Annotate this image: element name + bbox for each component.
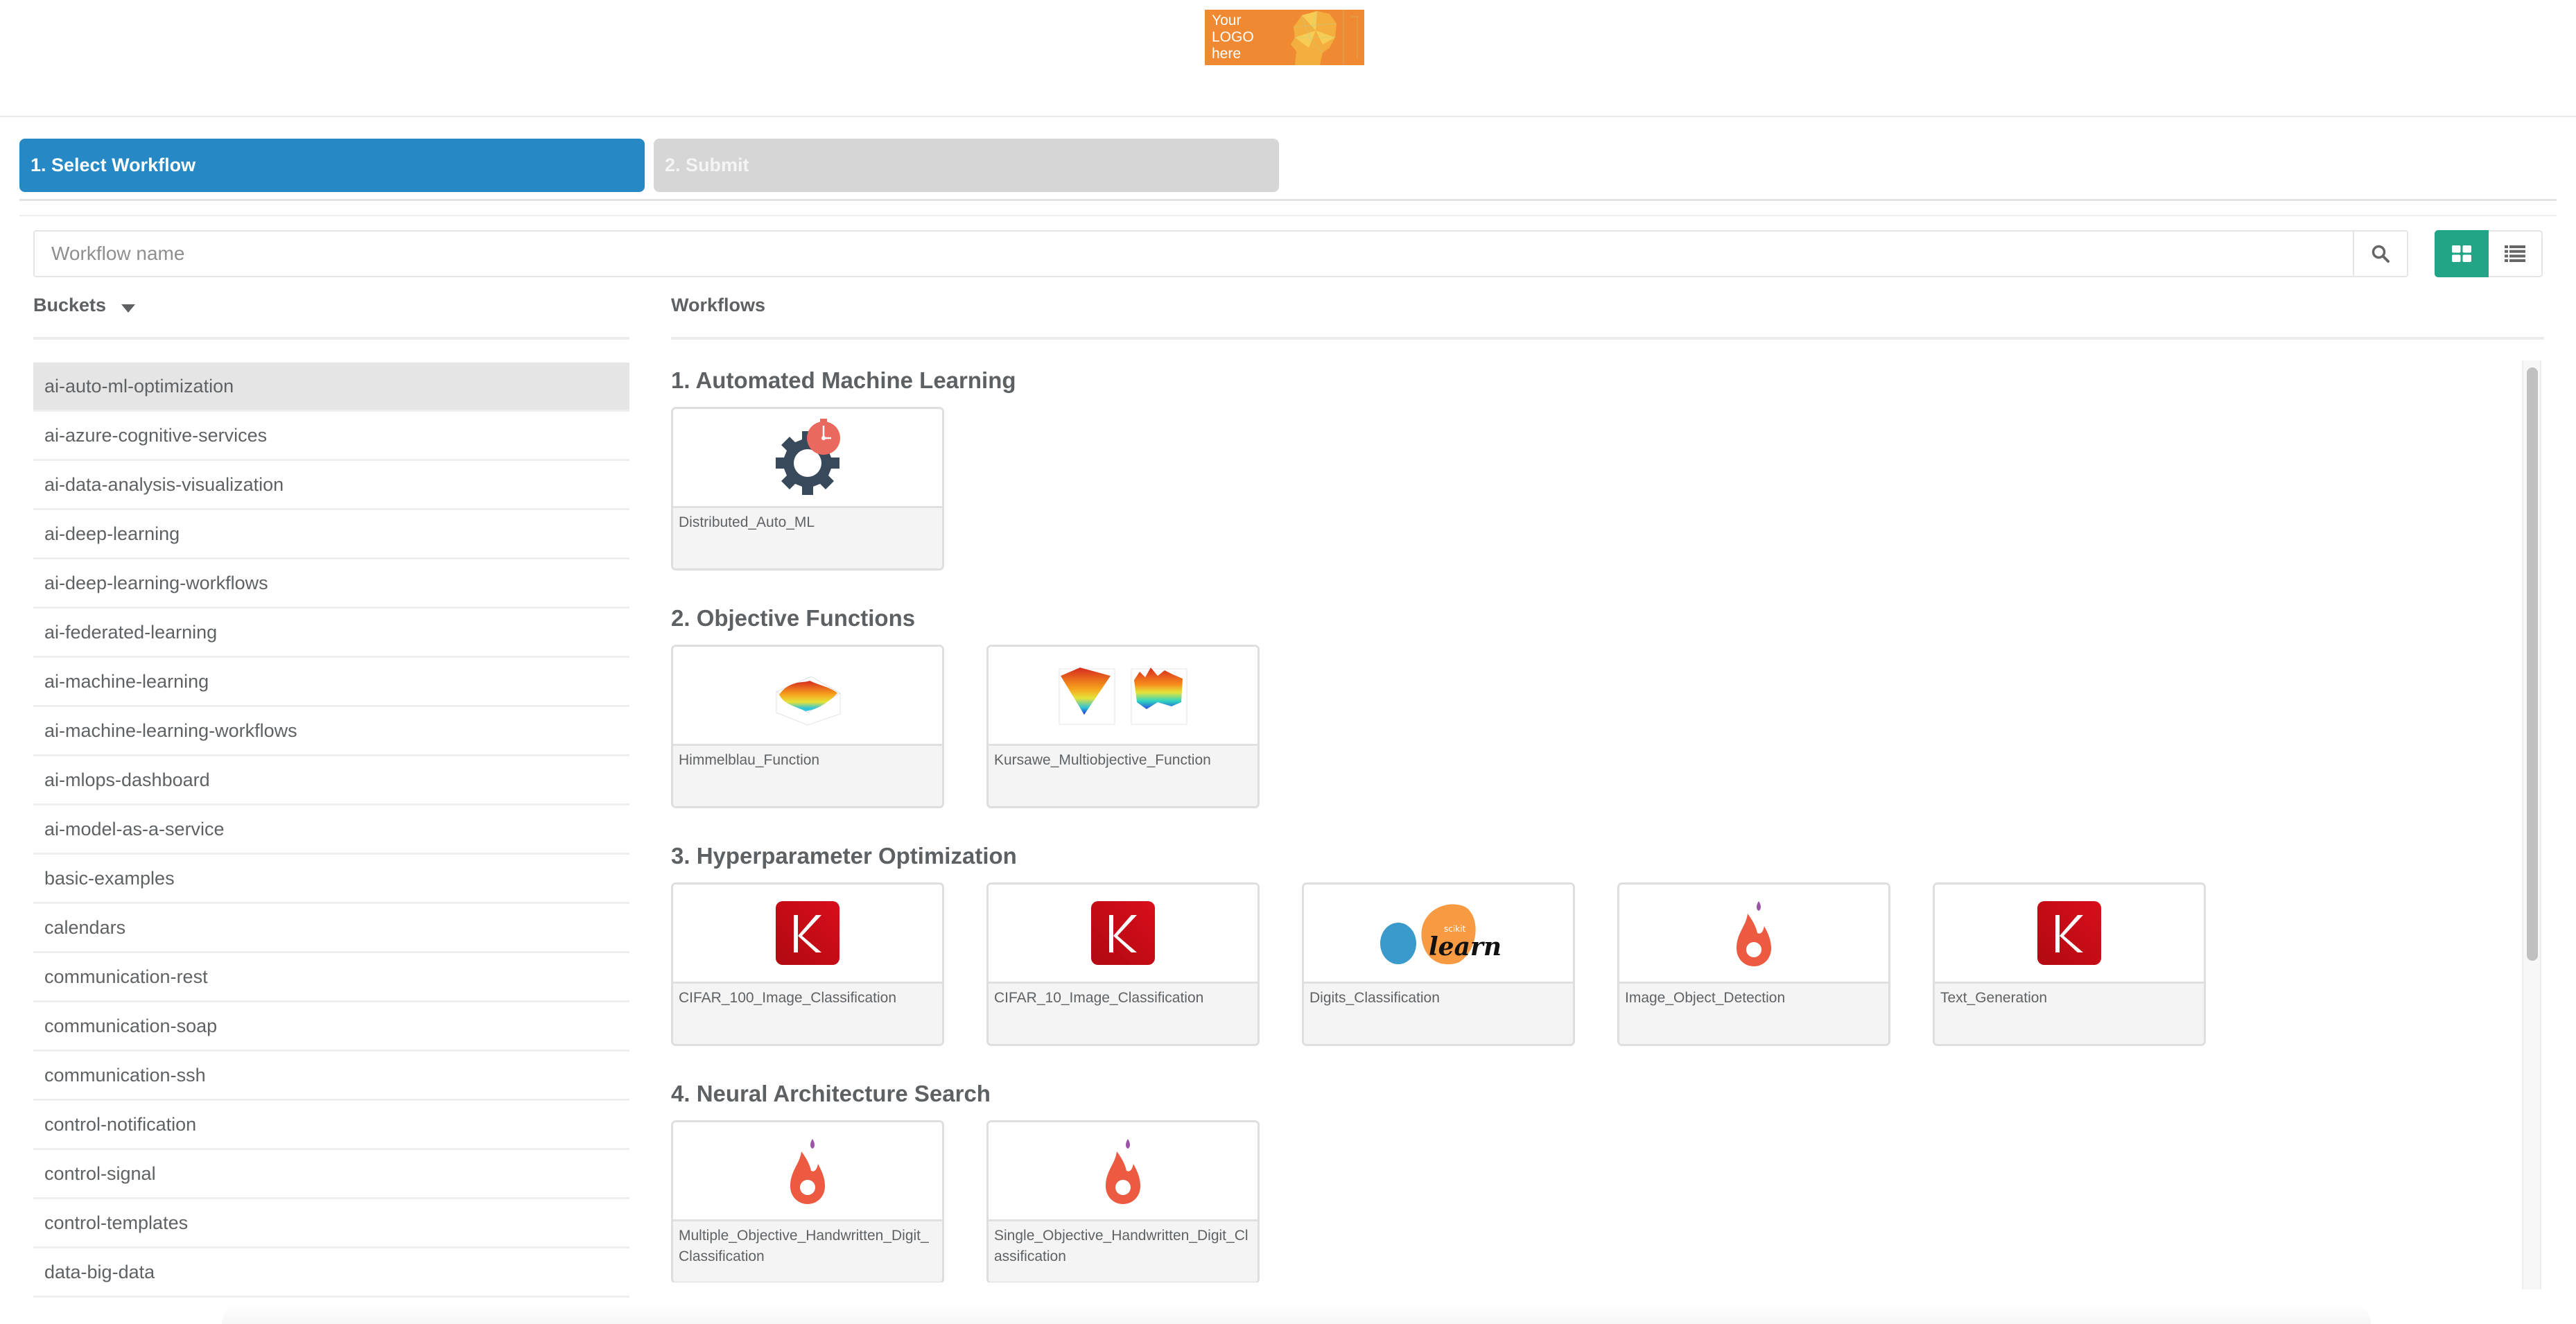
flame-icon: [1619, 885, 1888, 984]
bucket-item[interactable]: ai-machine-learning-workflows: [33, 707, 629, 756]
bucket-item[interactable]: control-notification: [33, 1101, 629, 1150]
bucket-item[interactable]: control-signal: [33, 1150, 629, 1199]
workflow-card[interactable]: Himmelblau_Function: [671, 645, 944, 808]
bucket-item[interactable]: data-big-data: [33, 1248, 629, 1298]
workflow-card[interactable]: Text_Generation: [1933, 882, 2206, 1046]
workflow-card[interactable]: CIFAR_10_Image_Classification: [986, 882, 1260, 1046]
step-submit[interactable]: 2. Submit: [654, 139, 1279, 192]
workflow-card-label: Image_Object_Detection: [1619, 984, 1888, 1044]
workflow-card-label: Single_Objective_Handwritten_Digit_Class…: [989, 1221, 1257, 1282]
workflow-card-label: CIFAR_10_Image_Classification: [989, 984, 1257, 1044]
workflow-card[interactable]: CIFAR_100_Image_Classification: [671, 882, 944, 1046]
step-select-workflow[interactable]: 1. Select Workflow: [19, 139, 645, 192]
workflow-card-label: Text_Generation: [1935, 984, 2204, 1044]
face-mesh-icon: [1291, 10, 1358, 65]
workflow-scrollbar[interactable]: [2522, 360, 2541, 1289]
gear-stopwatch-icon: [673, 409, 942, 508]
bucket-item[interactable]: ai-deep-learning: [33, 510, 629, 559]
bucket-item[interactable]: ai-mlops-dashboard: [33, 756, 629, 805]
bucket-item[interactable]: ai-auto-ml-optimization: [33, 363, 629, 412]
bucket-item[interactable]: calendars: [33, 904, 629, 953]
bucket-item[interactable]: control-templates: [33, 1199, 629, 1248]
section-title: 2. Objective Functions: [671, 605, 916, 631]
buckets-title: Buckets: [33, 295, 107, 315]
workflow-card[interactable]: Kursawe_Multiobjective_Function: [986, 645, 1260, 808]
logo-line: LOGO: [1212, 29, 1254, 45]
list-icon: [2505, 245, 2525, 262]
bucket-item[interactable]: ai-machine-learning: [33, 658, 629, 707]
bucket-item[interactable]: communication-soap: [33, 1002, 629, 1052]
keras-icon: [673, 885, 942, 984]
workflow-card-label: Multiple_Objective_Handwritten_Digit_Cla…: [673, 1221, 942, 1282]
search-button[interactable]: [2353, 230, 2408, 277]
bottom-shadow: [222, 1303, 2371, 1324]
grid-icon: [2452, 245, 2471, 262]
view-toggle: [2435, 230, 2543, 277]
grid-view-button[interactable]: [2435, 230, 2489, 277]
workflow-card[interactable]: Image_Object_Detection: [1617, 882, 1890, 1046]
workflow-search-input[interactable]: [33, 230, 2354, 277]
logo-line: Your: [1212, 12, 1242, 28]
workflows-title: Workflows: [671, 295, 766, 315]
keras-icon: [1935, 885, 2204, 984]
scikit-learn-icon: scikit learn: [1304, 885, 1573, 984]
section-title: 4. Neural Architecture Search: [671, 1081, 991, 1106]
workflow-card[interactable]: Single_Objective_Handwritten_Digit_Class…: [986, 1120, 1260, 1282]
workflow-card[interactable]: Multiple_Objective_Handwritten_Digit_Cla…: [671, 1120, 944, 1282]
bucket-item[interactable]: ai-deep-learning-workflows: [33, 559, 629, 609]
app-header: Your LOGO here: [0, 0, 2576, 117]
search-bar: [33, 230, 2408, 277]
bucket-item[interactable]: ai-data-analysis-visualization: [33, 461, 629, 510]
list-view-button[interactable]: [2489, 230, 2543, 277]
bucket-item[interactable]: ai-federated-learning: [33, 609, 629, 658]
scrollbar-thumb[interactable]: [2527, 367, 2538, 961]
wizard-steps: 1. Select Workflow 2. Submit: [19, 139, 1281, 192]
search-icon: [2372, 245, 2390, 263]
workflow-gallery: 1. Automated Machine Learning Distribute…: [671, 360, 2515, 1282]
bucket-item[interactable]: basic-examples: [33, 855, 629, 904]
bucket-item[interactable]: ai-azure-cognitive-services: [33, 412, 629, 461]
bucket-item[interactable]: communication-ssh: [33, 1052, 629, 1101]
keras-icon: [989, 885, 1257, 984]
logo-text: Your LOGO here: [1212, 12, 1267, 62]
workflows-header: Workflows: [671, 291, 2544, 340]
workflow-card-label: Kursawe_Multiobjective_Function: [989, 746, 1257, 806]
caret-down-icon[interactable]: [121, 304, 136, 313]
bucket-list: ai-auto-ml-optimization ai-azure-cognitiv…: [33, 363, 629, 1298]
svg-text:learn: learn: [1429, 932, 1501, 961]
workflow-card[interactable]: Distributed_Auto_ML: [671, 407, 944, 570]
section-title: 3. Hyperparameter Optimization: [671, 843, 1017, 869]
surface-plot-icon: [673, 647, 942, 746]
workflow-card-label: Himmelblau_Function: [673, 746, 942, 806]
divider: [19, 215, 2557, 216]
flame-icon: [989, 1122, 1257, 1221]
flame-icon: [673, 1122, 942, 1221]
workflow-card-label: Digits_Classification: [1304, 984, 1573, 1044]
bucket-item[interactable]: communication-rest: [33, 953, 629, 1002]
double-surface-plot-icon: [989, 647, 1257, 746]
section-title: 1. Automated Machine Learning: [671, 367, 1016, 393]
workflow-card-label: CIFAR_100_Image_Classification: [673, 984, 942, 1044]
workflow-card[interactable]: scikit learn Digits_Classification: [1302, 882, 1575, 1046]
logo-line: here: [1212, 46, 1242, 62]
buckets-header[interactable]: Buckets: [33, 291, 629, 340]
workflow-card-label: Distributed_Auto_ML: [673, 508, 942, 568]
divider: [19, 199, 2557, 201]
logo: Your LOGO here: [1205, 10, 1364, 65]
bucket-item[interactable]: ai-model-as-a-service: [33, 805, 629, 855]
